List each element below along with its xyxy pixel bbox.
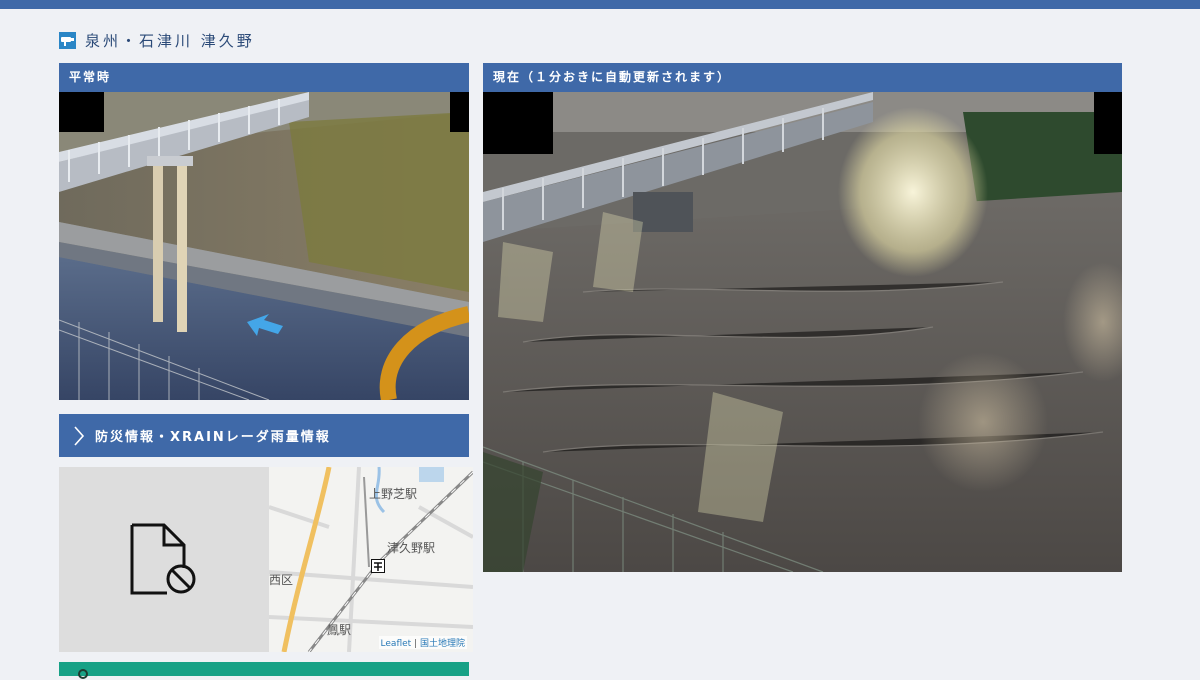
location-map[interactable]: 上野芝駅 津久野駅 西区 鳳駅 Leaflet | 国土地理院: [269, 467, 473, 652]
map-label-station-3: 鳳駅: [327, 623, 352, 637]
disaster-info-link[interactable]: 防災情報・XRAINレーダ雨量情報: [59, 414, 469, 457]
map-attribution: Leaflet | 国土地理院: [378, 636, 467, 649]
camera-marker-icon[interactable]: [371, 559, 385, 573]
current-panel-header: 現在（１分おきに自動更新されます）: [483, 63, 1122, 92]
camera-icon: [59, 31, 76, 49]
location-icon: [78, 669, 88, 679]
chevron-right-icon: [74, 425, 85, 446]
broken-image-placeholder: [59, 467, 269, 652]
normal-panel-header: 平常時: [59, 63, 469, 92]
disaster-info-label: 防災情報・XRAINレーダ雨量情報: [95, 430, 331, 445]
top-accent-bar: [0, 0, 1200, 9]
map-label-station-2: 津久野駅: [387, 541, 436, 555]
page-title-text: 泉州・石津川 津久野: [85, 31, 255, 50]
map-label-station-1: 上野芝駅: [369, 487, 418, 501]
file-blocked-icon: [130, 523, 196, 594]
map-label-ward: 西区: [269, 573, 294, 587]
leaflet-link[interactable]: Leaflet: [381, 639, 412, 649]
normal-camera-image: [59, 92, 469, 400]
attribution-separator: |: [414, 639, 418, 649]
current-camera-image: [483, 92, 1122, 572]
page-title: 泉州・石津川 津久野: [59, 30, 255, 50]
gsi-link[interactable]: 国土地理院: [420, 639, 465, 649]
